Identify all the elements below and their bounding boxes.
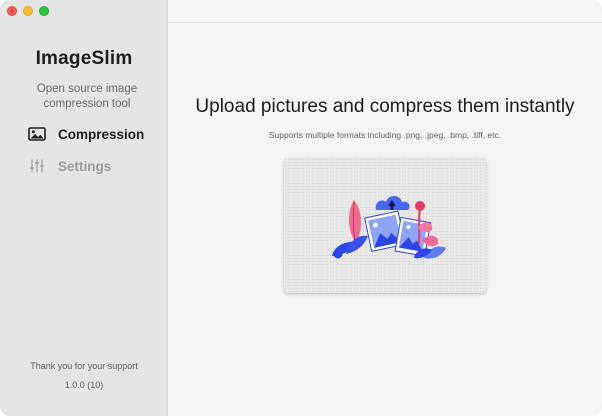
close-window-button[interactable]: [7, 6, 17, 16]
app-tagline: Open source image compression tool: [36, 83, 138, 110]
supported-formats-text: Supports multiple formats including .png…: [268, 130, 502, 140]
support-thanks-text: Thank you for your support: [30, 361, 138, 371]
version-label: 1.0.0 (10): [64, 380, 104, 390]
sidebar: ImageSlim Open source image compression …: [0, 0, 168, 416]
upload-dropzone[interactable]: [284, 158, 486, 293]
sidebar-item-label: Settings: [58, 158, 112, 174]
main-panel: Upload pictures and compress them instan…: [168, 0, 602, 416]
sidebar-item-label: Compression: [58, 126, 145, 142]
app-title: ImageSlim: [35, 48, 133, 69]
minimize-window-button[interactable]: [23, 6, 33, 16]
sliders-icon: [28, 158, 46, 174]
sidebar-item-settings[interactable]: Settings: [28, 155, 158, 177]
page-title: Upload pictures and compress them instan…: [195, 96, 575, 117]
app-window: ImageSlim Open source image compression …: [0, 0, 602, 416]
zoom-window-button[interactable]: [39, 6, 49, 16]
sidebar-item-compression[interactable]: Compression: [28, 123, 158, 145]
titlebar-divider: [168, 22, 602, 23]
upload-photos-illustration: [332, 196, 446, 259]
image-icon: [28, 126, 46, 142]
